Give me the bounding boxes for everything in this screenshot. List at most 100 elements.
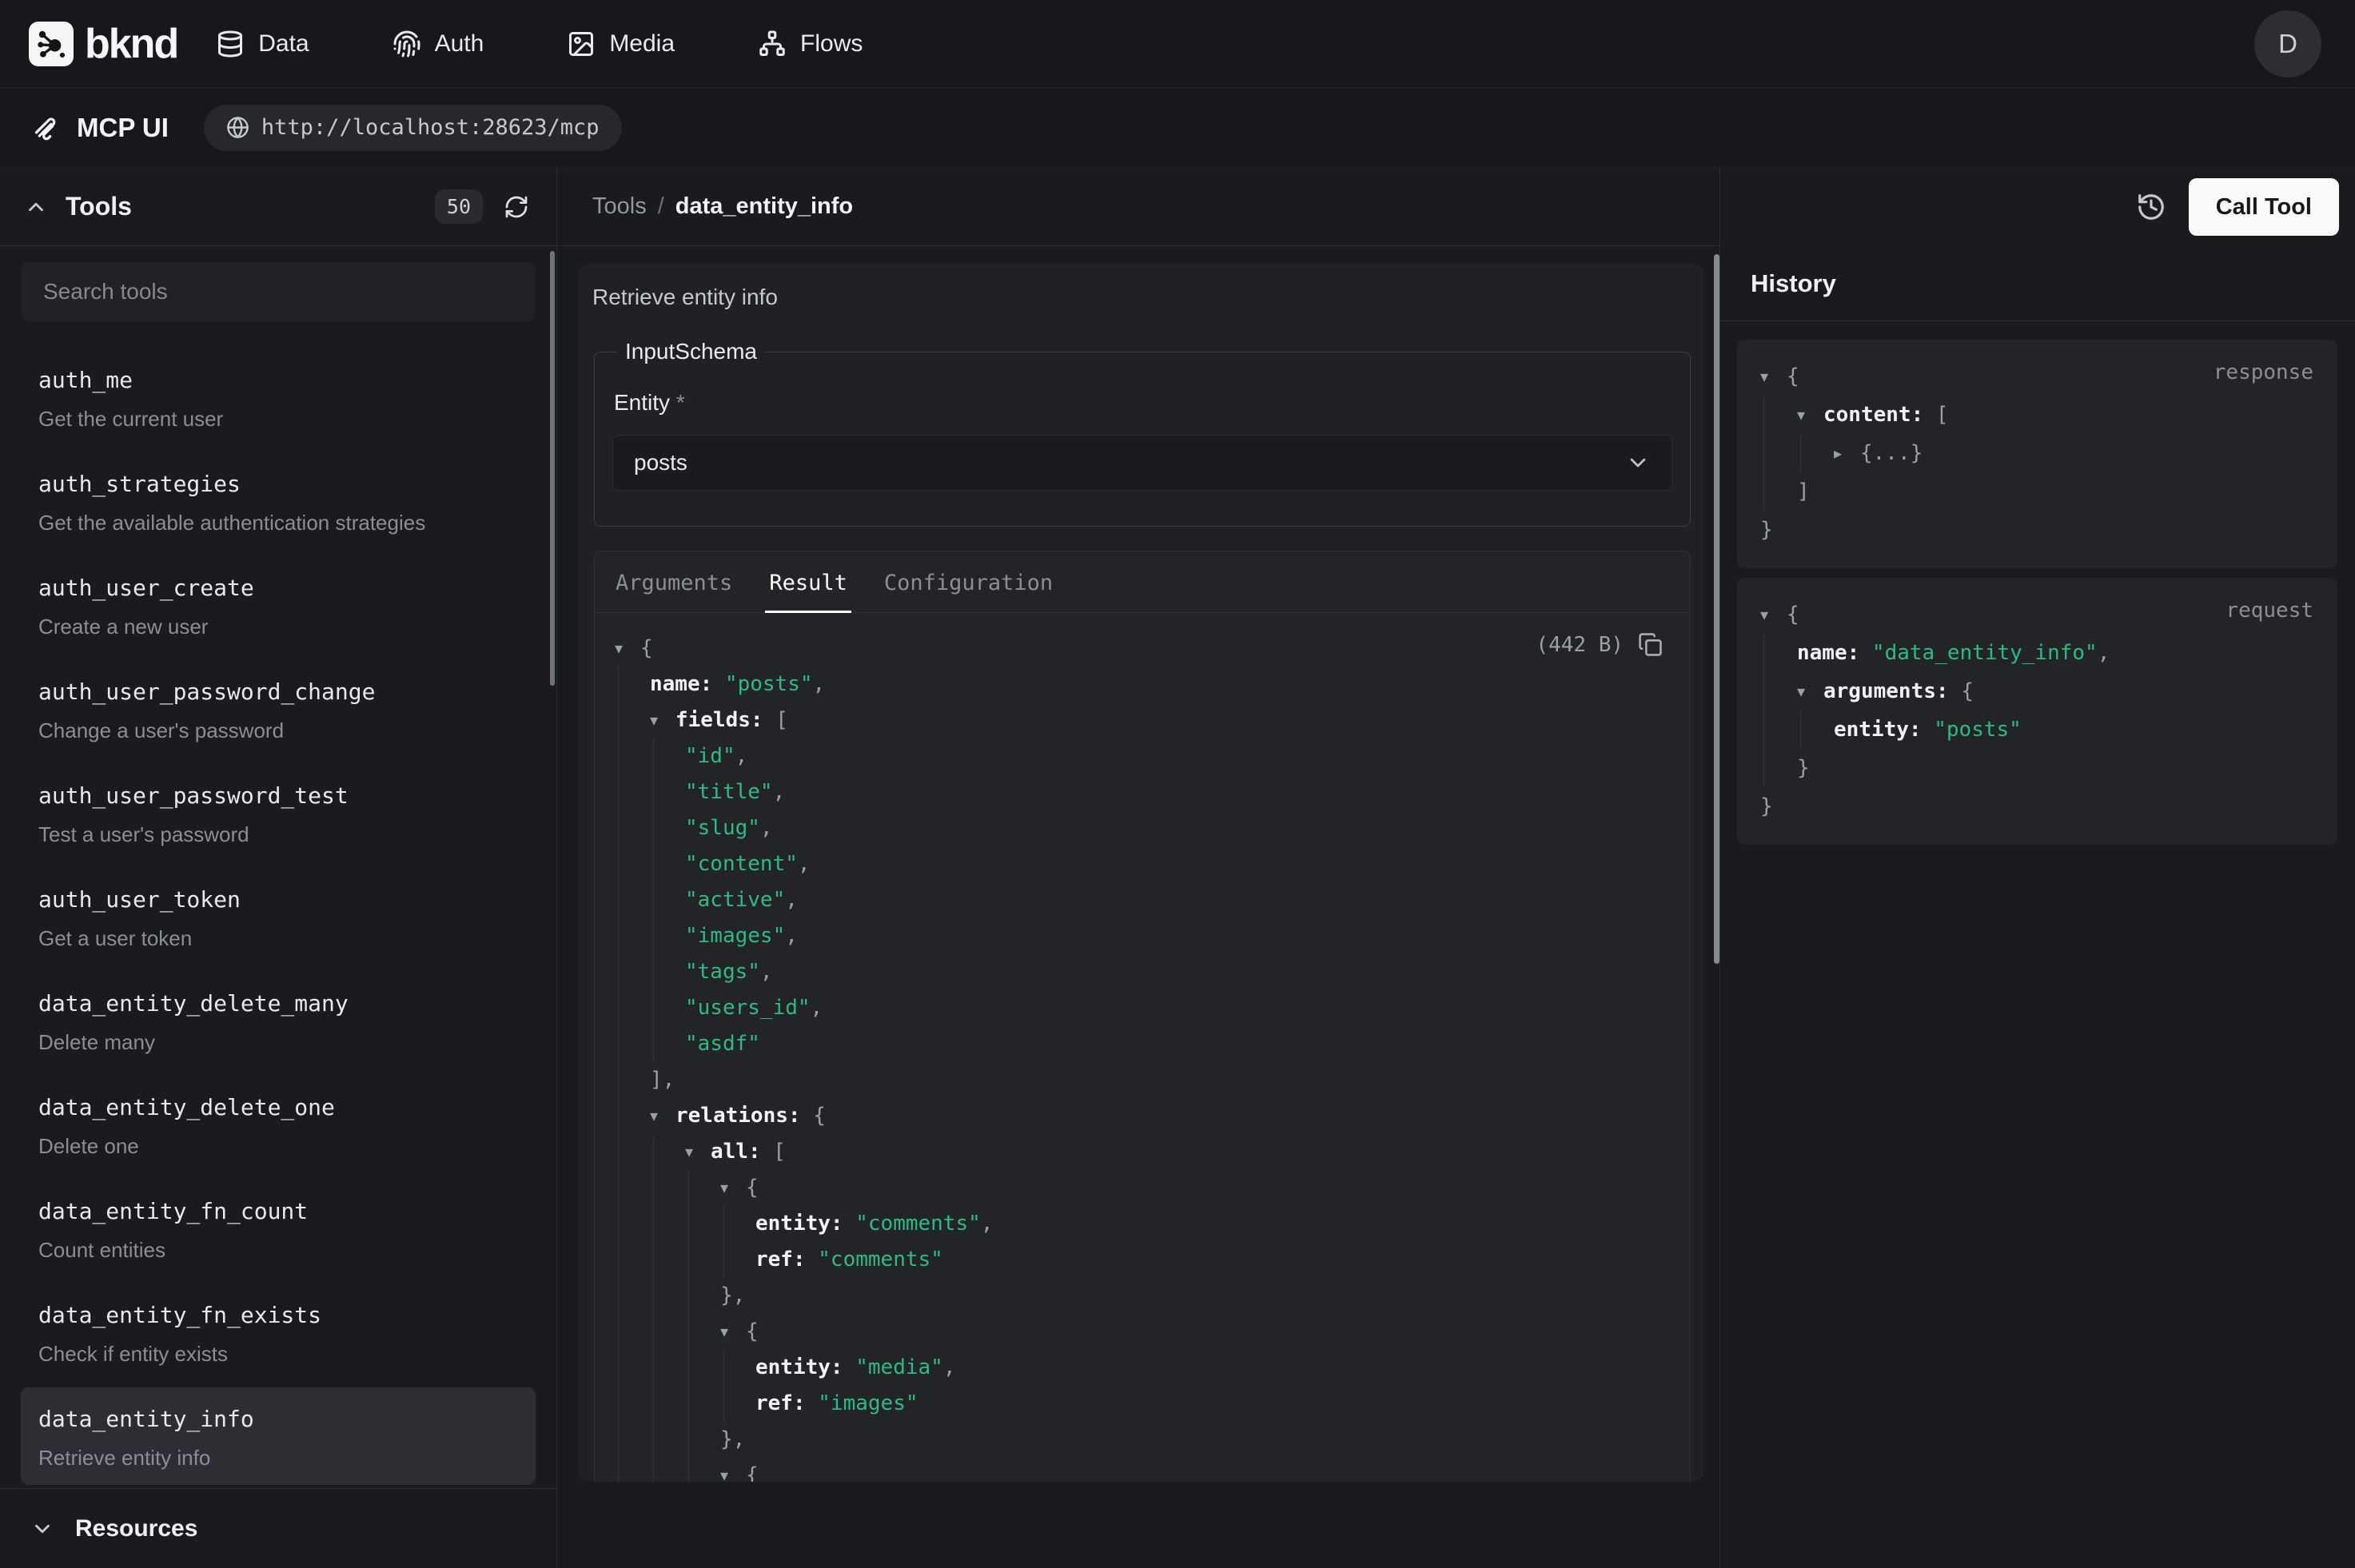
result-json-viewer: (442 B) ▾{name: "posts",▾fields: ["id","… bbox=[595, 613, 1690, 1482]
resources-header-title: Resources bbox=[75, 1515, 197, 1542]
refresh-icon[interactable] bbox=[504, 194, 529, 220]
nav-label: Data bbox=[258, 30, 309, 58]
mcp-bar: MCP UI http://localhost:28623/mcp bbox=[0, 88, 2355, 168]
search-input[interactable] bbox=[21, 262, 536, 321]
input-schema-fieldset: InputSchema Entity * posts bbox=[594, 339, 1691, 527]
mcp-url-pill[interactable]: http://localhost:28623/mcp bbox=[204, 105, 622, 151]
tab-arguments[interactable]: Arguments bbox=[616, 551, 732, 612]
tool-description: Test a user's password bbox=[38, 822, 518, 847]
tab-configuration[interactable]: Configuration bbox=[884, 551, 1053, 612]
tool-detail-panel: Tools / data_entity_info Retrieve entity… bbox=[556, 168, 1719, 1568]
tool-list-item[interactable]: auth_user_token Get a user token bbox=[21, 868, 536, 965]
mcp-url: http://localhost:28623/mcp bbox=[261, 115, 600, 140]
avatar-initial: D bbox=[2278, 29, 2297, 59]
breadcrumb: Tools / data_entity_info bbox=[557, 168, 1719, 246]
bknd-logo[interactable]: bknd bbox=[29, 20, 177, 68]
nav-label: Auth bbox=[435, 30, 484, 58]
search-container bbox=[0, 246, 556, 321]
json-toggle-caret[interactable]: ▾ bbox=[1760, 357, 1768, 396]
nav-item-auth[interactable]: Auth bbox=[392, 30, 484, 58]
resources-section-header[interactable]: Resources bbox=[0, 1488, 556, 1568]
response-json-viewer: ▾{▾content: [▸{...}]} bbox=[1737, 357, 2337, 549]
tool-list-item[interactable]: data_entity_delete_one Delete one bbox=[21, 1076, 536, 1173]
json-toggle-caret[interactable]: ▾ bbox=[1797, 672, 1805, 710]
json-toggle-caret[interactable]: ▾ bbox=[615, 631, 623, 667]
history-title: History bbox=[1751, 269, 1836, 298]
tools-sidebar: Tools 50 auth_me Get the current user au… bbox=[0, 168, 556, 1568]
entity-select[interactable]: posts bbox=[612, 435, 1672, 491]
tool-description: Retrieve entity info bbox=[592, 285, 1703, 310]
json-toggle-caret[interactable]: ▸ bbox=[1834, 434, 1842, 472]
tool-list-item[interactable]: auth_user_create Create a new user bbox=[21, 556, 536, 654]
tool-description: Get the current user bbox=[38, 406, 518, 432]
json-toggle-caret[interactable]: ▾ bbox=[1760, 595, 1768, 634]
fingerprint-icon bbox=[392, 30, 421, 58]
nav-item-flows[interactable]: Flows bbox=[758, 30, 863, 58]
bknd-logo-icon bbox=[29, 22, 74, 66]
tools-section-header[interactable]: Tools 50 bbox=[0, 168, 556, 246]
chevron-down-icon bbox=[30, 1517, 54, 1541]
tool-list-item[interactable]: data_entity_delete_many Delete many bbox=[21, 972, 536, 1069]
tool-name: auth_user_create bbox=[38, 574, 518, 603]
globe-icon bbox=[226, 116, 249, 139]
image-icon bbox=[567, 30, 596, 58]
tool-name: auth_user_token bbox=[38, 885, 518, 914]
workflow-icon bbox=[758, 30, 787, 58]
tool-list-item[interactable]: data_entity_info Retrieve entity info bbox=[21, 1387, 536, 1485]
app-window: bknd Data bbox=[0, 0, 2355, 1568]
history-card-list: response ▾{▾content: [▸{...}]} request ▾… bbox=[1720, 321, 2355, 845]
tool-list-item[interactable]: auth_me Get the current user bbox=[21, 348, 536, 446]
mcp-title: MCP UI bbox=[77, 113, 169, 143]
tool-list-item[interactable]: auth_user_password_test Test a user's pa… bbox=[21, 764, 536, 862]
tool-description: Delete many bbox=[38, 1029, 518, 1055]
json-toggle-caret[interactable]: ▾ bbox=[650, 1098, 658, 1134]
header-actions: Call Tool bbox=[1720, 168, 2355, 246]
json-toggle-caret[interactable]: ▾ bbox=[650, 702, 658, 738]
tool-name: auth_strategies bbox=[38, 470, 518, 499]
tool-description: Count entities bbox=[38, 1237, 518, 1263]
main-nav: Data Auth bbox=[216, 30, 863, 58]
history-icon[interactable] bbox=[2136, 192, 2166, 222]
chevron-up-icon bbox=[24, 195, 48, 219]
result-tabs: Arguments Result Configuration bbox=[595, 551, 1690, 613]
history-panel: Call Tool History response ▾{▾content: [… bbox=[1719, 168, 2355, 1568]
nav-item-media[interactable]: Media bbox=[567, 30, 675, 58]
tool-name: data_entity_info bbox=[38, 1405, 518, 1434]
history-card-request[interactable]: request ▾{name: "data_entity_info",▾argu… bbox=[1737, 578, 2337, 845]
tool-list: auth_me Get the current user auth_strate… bbox=[0, 321, 556, 1488]
main-scrollbar[interactable] bbox=[1714, 254, 1719, 964]
tool-name: data_entity_delete_one bbox=[38, 1093, 518, 1122]
breadcrumb-tool-name: data_entity_info bbox=[675, 193, 853, 220]
json-toggle-caret[interactable]: ▾ bbox=[720, 1314, 728, 1350]
tools-count-badge: 50 bbox=[435, 189, 483, 224]
tool-list-item[interactable]: auth_user_password_change Change a user'… bbox=[21, 660, 536, 758]
tool-description: Retrieve entity info bbox=[38, 1445, 518, 1470]
user-avatar[interactable]: D bbox=[2254, 10, 2321, 78]
nav-item-data[interactable]: Data bbox=[216, 30, 309, 58]
tool-description: Get the available authentication strateg… bbox=[38, 510, 518, 535]
nav-label: Flows bbox=[800, 30, 863, 58]
json-toggle-caret[interactable]: ▾ bbox=[720, 1458, 728, 1482]
tool-name: data_entity_delete_many bbox=[38, 989, 518, 1018]
json-toggle-caret[interactable]: ▾ bbox=[1797, 396, 1805, 434]
entity-field-label: Entity * bbox=[614, 390, 1672, 416]
history-card-response[interactable]: response ▾{▾content: [▸{...}]} bbox=[1737, 340, 2337, 568]
result-card: Arguments Result Configuration (442 B) bbox=[594, 551, 1691, 1482]
history-header: History bbox=[1720, 246, 2355, 321]
json-toggle-caret[interactable]: ▾ bbox=[685, 1134, 693, 1170]
tool-list-item[interactable]: auth_strategies Get the available authen… bbox=[21, 452, 536, 550]
top-navbar: bknd Data bbox=[0, 0, 2355, 88]
tool-name: auth_user_password_test bbox=[38, 782, 518, 810]
tab-result[interactable]: Result bbox=[769, 551, 847, 612]
entity-select-value: posts bbox=[634, 450, 687, 476]
call-tool-button[interactable]: Call Tool bbox=[2189, 178, 2339, 236]
tool-list-item[interactable]: data_entity_fn_exists Check if entity ex… bbox=[21, 1283, 536, 1381]
tool-description: Check if entity exists bbox=[38, 1341, 518, 1367]
mcp-icon bbox=[30, 112, 62, 144]
tool-name: auth_user_password_change bbox=[38, 678, 518, 706]
json-toggle-caret[interactable]: ▾ bbox=[720, 1170, 728, 1206]
tool-list-item[interactable]: data_entity_fn_count Count entities bbox=[21, 1180, 536, 1277]
sidebar-scrollbar[interactable] bbox=[550, 251, 555, 686]
breadcrumb-tools-link[interactable]: Tools bbox=[592, 193, 647, 220]
request-json-viewer: ▾{name: "data_entity_info",▾arguments: {… bbox=[1737, 595, 2337, 826]
